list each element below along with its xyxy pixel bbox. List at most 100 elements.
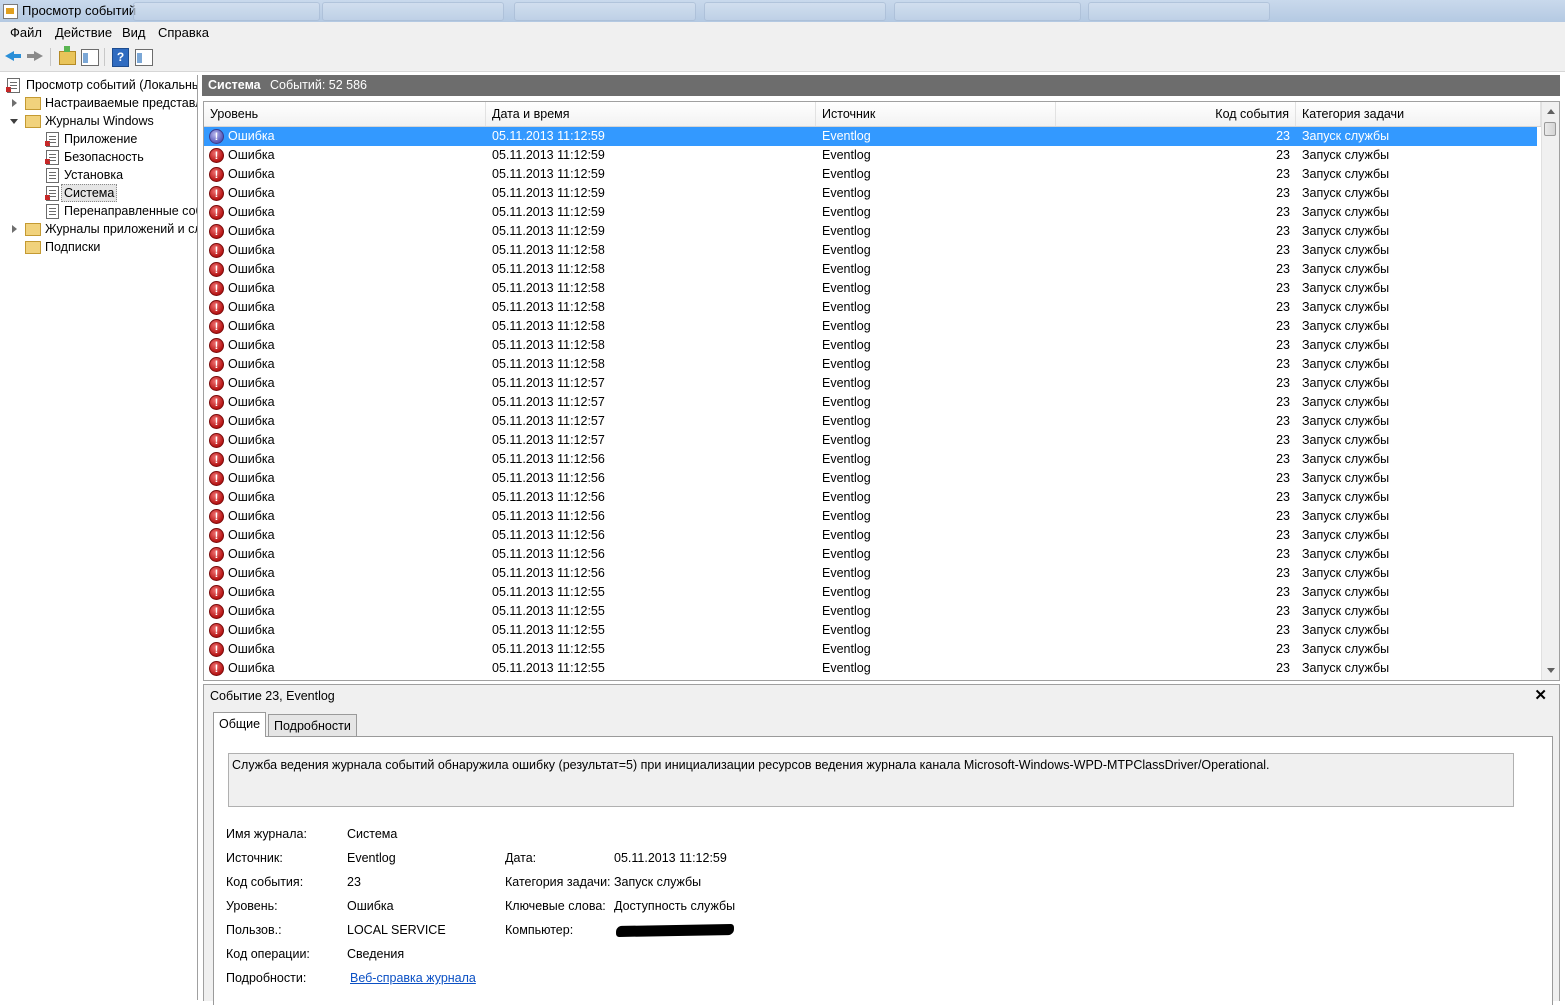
column-header-datetime[interactable]: Дата и время — [486, 102, 816, 126]
help-icon[interactable]: ? — [112, 48, 129, 67]
table-row[interactable]: Ошибка 05.11.2013 11:12:55 Eventlog 23 Запус… — [204, 583, 1537, 603]
table-row[interactable]: Ошибка 05.11.2013 11:12:57 Eventlog 23 Запус… — [204, 374, 1537, 394]
scrollbar-thumb[interactable] — [1544, 122, 1556, 136]
column-header-source[interactable]: Источник — [816, 102, 1056, 126]
vertical-scrollbar[interactable] — [1541, 102, 1559, 680]
expand-arrow-icon[interactable] — [12, 99, 17, 107]
tree-item-subscriptions[interactable]: Подписки — [0, 238, 197, 256]
table-row[interactable]: Ошибка 05.11.2013 11:12:59 Eventlog 23 Запус… — [204, 146, 1537, 166]
cell-source: Eventlog — [822, 528, 871, 542]
event-log-online-help-link[interactable]: Веб-справка журнала — [350, 971, 476, 985]
collapse-arrow-icon[interactable] — [10, 119, 18, 124]
background-taskbar-tab[interactable] — [514, 2, 696, 21]
tree-item-setup[interactable]: Установка — [0, 166, 197, 184]
menu-help[interactable]: Справка — [158, 25, 209, 40]
event-description[interactable]: Служба ведения журнала событий обнаружил… — [228, 753, 1514, 807]
table-row[interactable]: Ошибка 05.11.2013 11:12:59 Eventlog 23 Запус… — [204, 184, 1537, 204]
show-hide-tree-icon[interactable] — [81, 49, 99, 66]
close-icon[interactable]: ✕ — [1534, 686, 1547, 704]
tree-item-windows-logs[interactable]: Журналы Windows — [0, 112, 197, 130]
table-row[interactable]: Ошибка 05.11.2013 11:12:56 Eventlog 23 Запус… — [204, 488, 1537, 508]
table-row[interactable]: Ошибка 05.11.2013 11:12:56 Eventlog 23 Запус… — [204, 526, 1537, 546]
background-taskbar-tab[interactable] — [1088, 2, 1270, 21]
table-row[interactable]: Ошибка 05.11.2013 11:12:56 Eventlog 23 Запус… — [204, 507, 1537, 527]
cell-level: Ошибка — [228, 566, 275, 580]
event-count: Событий: 52 586 — [270, 78, 367, 92]
table-row[interactable]: Ошибка 05.11.2013 11:12:56 Eventlog 23 Запус… — [204, 450, 1537, 470]
table-row[interactable]: Ошибка 05.11.2013 11:12:58 Eventlog 23 Запус… — [204, 355, 1537, 375]
value-log-name: Система — [347, 827, 398, 841]
tree-item-label: Безопасность — [64, 150, 144, 164]
scroll-up-arrow-icon[interactable] — [1547, 109, 1555, 114]
cell-datetime: 05.11.2013 11:12:56 — [492, 490, 605, 504]
cell-datetime: 05.11.2013 11:12:57 — [492, 433, 605, 447]
tree-item-label: Журналы приложений и служб — [45, 222, 197, 236]
scroll-down-arrow-icon[interactable] — [1547, 668, 1555, 673]
cell-level: Ошибка — [228, 167, 275, 181]
cell-source: Eventlog — [822, 300, 871, 314]
back-arrow-icon[interactable] — [4, 47, 22, 65]
up-folder-icon[interactable] — [59, 46, 76, 65]
cell-source: Eventlog — [822, 566, 871, 580]
tab-general[interactable]: Общие — [213, 712, 267, 737]
table-row[interactable]: Ошибка 05.11.2013 11:12:55 Eventlog 23 Запус… — [204, 602, 1537, 622]
cell-level: Ошибка — [228, 262, 275, 276]
background-taskbar-tab[interactable] — [894, 2, 1081, 21]
tree-item-security[interactable]: Безопасность — [0, 148, 197, 166]
error-icon — [209, 641, 224, 660]
log-header-bar: Система Событий: 52 586 — [202, 75, 1560, 96]
background-taskbar-tab[interactable] — [133, 2, 320, 21]
forward-arrow-icon[interactable] — [26, 47, 44, 65]
cell-task-category: Запуск службы — [1302, 661, 1390, 675]
error-icon — [209, 565, 224, 584]
table-row[interactable]: Ошибка 05.11.2013 11:12:58 Eventlog 23 Запус… — [204, 317, 1537, 337]
menu-action[interactable]: Действие — [55, 25, 112, 40]
tab-details[interactable]: Подробности — [268, 714, 357, 736]
column-header-level[interactable]: Уровень — [204, 102, 486, 126]
cell-level: Ошибка — [228, 471, 275, 485]
table-row[interactable]: Ошибка 05.11.2013 11:12:59 Eventlog 23 Запус… — [204, 165, 1537, 185]
menu-view[interactable]: Вид — [122, 25, 146, 40]
table-row[interactable]: Ошибка 05.11.2013 11:12:59 Eventlog 23 Запус… — [204, 203, 1537, 223]
table-row[interactable]: Ошибка 05.11.2013 11:12:59 Eventlog 23 Запус… — [204, 127, 1537, 147]
cell-task-category: Запуск службы — [1302, 414, 1390, 428]
column-header-event-id[interactable]: Код события — [1056, 102, 1296, 126]
cell-event-id: 23 — [1276, 243, 1290, 257]
table-row[interactable]: Ошибка 05.11.2013 11:12:55 Eventlog 23 Запус… — [204, 640, 1537, 660]
tree-item-event-viewer-local[interactable]: Просмотр событий (Локальный) — [0, 76, 197, 94]
cell-event-id: 23 — [1276, 205, 1290, 219]
show-hide-action-pane-icon[interactable] — [135, 49, 153, 66]
error-icon — [209, 128, 224, 147]
label-keywords: Ключевые слова: — [505, 899, 606, 913]
table-row[interactable]: Ошибка 05.11.2013 11:12:58 Eventlog 23 Запус… — [204, 279, 1537, 299]
table-row[interactable]: Ошибка 05.11.2013 11:12:57 Eventlog 23 Запус… — [204, 431, 1537, 451]
tree-item-label: Перенаправленные события — [64, 204, 197, 218]
background-taskbar-tab[interactable] — [322, 2, 504, 21]
table-row[interactable]: Ошибка 05.11.2013 11:12:56 Eventlog 23 Запус… — [204, 469, 1537, 489]
table-row[interactable]: Ошибка 05.11.2013 11:12:58 Eventlog 23 Запус… — [204, 336, 1537, 356]
expand-arrow-icon[interactable] — [12, 225, 17, 233]
error-icon — [209, 603, 224, 622]
table-row[interactable]: Ошибка 05.11.2013 11:12:58 Eventlog 23 Запус… — [204, 298, 1537, 318]
table-row[interactable]: Ошибка 05.11.2013 11:12:58 Eventlog 23 Запус… — [204, 260, 1537, 280]
table-row[interactable]: Ошибка 05.11.2013 11:12:55 Eventlog 23 Запус… — [204, 621, 1537, 641]
table-row[interactable]: Ошибка 05.11.2013 11:12:55 Eventlog 23 Запус… — [204, 659, 1537, 679]
tree-item-application[interactable]: Приложение — [0, 130, 197, 148]
table-row[interactable]: Ошибка 05.11.2013 11:12:58 Eventlog 23 Запус… — [204, 241, 1537, 261]
tree-item-system[interactable]: Система — [0, 184, 197, 202]
background-taskbar-tab[interactable] — [704, 2, 886, 21]
tree-item-app-service-logs[interactable]: Журналы приложений и служб — [0, 220, 197, 238]
table-row[interactable]: Ошибка 05.11.2013 11:12:57 Eventlog 23 Запус… — [204, 393, 1537, 413]
tree-item-custom-views[interactable]: Настраиваемые представления — [0, 94, 197, 112]
cell-datetime: 05.11.2013 11:12:55 — [492, 623, 605, 637]
table-header: Уровень Дата и время Источник Код событи… — [204, 102, 1541, 127]
menu-file[interactable]: Файл — [10, 25, 42, 40]
column-header-task-category[interactable]: Категория задачи — [1296, 102, 1541, 126]
table-row[interactable]: Ошибка 05.11.2013 11:12:57 Eventlog 23 Запус… — [204, 412, 1537, 432]
table-row[interactable]: Ошибка 05.11.2013 11:12:59 Eventlog 23 Запус… — [204, 222, 1537, 242]
cell-source: Eventlog — [822, 262, 871, 276]
tree-item-forwarded-events[interactable]: Перенаправленные события — [0, 202, 197, 220]
cell-datetime: 05.11.2013 11:12:55 — [492, 604, 605, 618]
table-row[interactable]: Ошибка 05.11.2013 11:12:56 Eventlog 23 Запус… — [204, 545, 1537, 565]
table-row[interactable]: Ошибка 05.11.2013 11:12:56 Eventlog 23 Запус… — [204, 564, 1537, 584]
